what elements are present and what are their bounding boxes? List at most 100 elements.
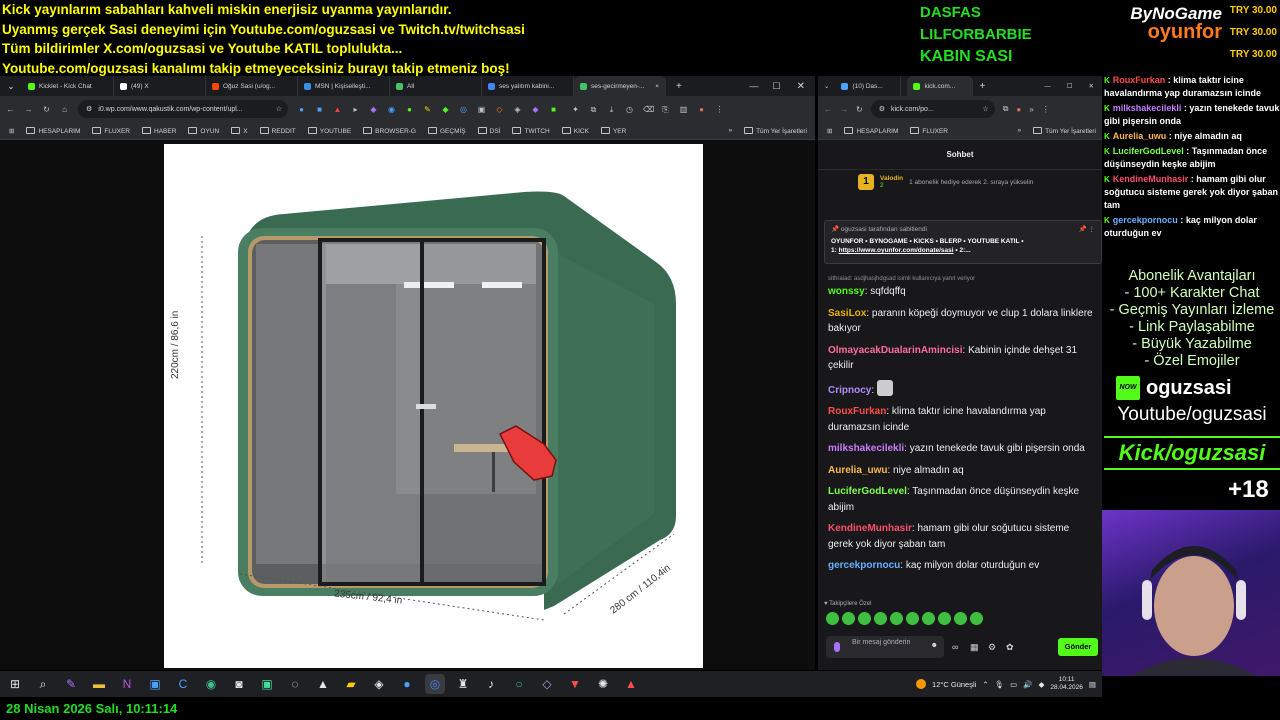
tab-x[interactable]: (49) X bbox=[114, 76, 206, 96]
tab-google-search[interactable]: ses yalıtım kabini... bbox=[482, 76, 574, 96]
minimize-icon[interactable]: — bbox=[750, 81, 759, 91]
app-icon[interactable]: C bbox=[173, 674, 193, 694]
app-icon[interactable]: ◇ bbox=[537, 674, 557, 694]
bookmark-folder[interactable]: YOUTUBE bbox=[307, 126, 351, 135]
points-icon[interactable]: ∞ bbox=[952, 642, 962, 652]
all-bookmarks[interactable]: Tüm Yer İşaretleri bbox=[744, 126, 807, 135]
chat-username[interactable]: gercekpornocu bbox=[828, 560, 900, 571]
close-window-icon[interactable]: ✕ bbox=[797, 81, 805, 92]
tab-search-icon[interactable]: ⌄ bbox=[824, 82, 829, 90]
screenshot-icon[interactable]: ⎘ bbox=[661, 105, 670, 114]
app-icon[interactable]: ▰ bbox=[341, 674, 361, 694]
avatar-icon[interactable]: ● bbox=[1016, 105, 1021, 114]
app-icon[interactable]: ▲ bbox=[313, 674, 333, 694]
emoji-icon[interactable]: ☻ bbox=[931, 642, 938, 650]
app-icon[interactable]: ◈ bbox=[369, 674, 389, 694]
extension-icon[interactable]: ◆ bbox=[369, 105, 378, 114]
extension-icon[interactable]: ✎ bbox=[423, 105, 432, 114]
chat-input[interactable]: Bir mesaj gönderin ☻ bbox=[826, 636, 944, 658]
extension-icon[interactable]: ◆ bbox=[441, 105, 450, 114]
tab-kick[interactable]: kick.com... bbox=[907, 76, 974, 96]
emote-icon[interactable] bbox=[874, 612, 887, 625]
extension-icon[interactable]: ◎ bbox=[459, 105, 468, 114]
app-icon[interactable]: ♪ bbox=[481, 674, 501, 694]
store-icon[interactable]: ▦ bbox=[970, 642, 980, 652]
emote-icon[interactable] bbox=[858, 612, 871, 625]
download-icon[interactable]: ⤓ bbox=[607, 105, 616, 114]
gift-user[interactable]: Valodin bbox=[880, 175, 903, 182]
chat-username[interactable]: Aurelia_uwu bbox=[828, 465, 887, 476]
minimize-icon[interactable]: — bbox=[1044, 83, 1051, 90]
pin-icon[interactable]: ✦ bbox=[571, 105, 580, 114]
extension-icon[interactable]: ■ bbox=[549, 105, 558, 114]
bookmark-folder[interactable]: BROWSER-G bbox=[363, 126, 416, 135]
bookmark-folder[interactable]: GEÇMİŞ bbox=[427, 126, 466, 135]
chat-username[interactable]: LuciferGodLevel bbox=[828, 486, 907, 497]
emote-icon[interactable] bbox=[970, 612, 983, 625]
tab-msn[interactable]: MSN | Kişiselleşti... bbox=[298, 76, 390, 96]
clock[interactable]: 10:11 28.04.2026 bbox=[1050, 676, 1083, 692]
notification-icon[interactable]: ▤ bbox=[1089, 680, 1096, 689]
file-explorer-icon[interactable]: ▬ bbox=[89, 674, 109, 694]
home-icon[interactable]: ⌂ bbox=[60, 105, 69, 114]
bookmark-star-icon[interactable]: ☆ bbox=[982, 105, 988, 113]
app-icon[interactable]: ▣ bbox=[145, 674, 165, 694]
send-button[interactable]: Gönder bbox=[1058, 638, 1098, 656]
bookmark-folder[interactable]: REDDIT bbox=[259, 126, 296, 135]
extension-icon[interactable]: ● bbox=[405, 105, 414, 114]
bookmark-folder[interactable]: HESAPLARIM bbox=[844, 126, 898, 135]
emote-icon[interactable] bbox=[922, 612, 935, 625]
more-bookmarks-icon[interactable]: » bbox=[1017, 127, 1021, 134]
bookmark-folder[interactable]: HESAPLARIM bbox=[26, 126, 80, 135]
forward-icon[interactable]: → bbox=[840, 105, 848, 114]
extension-icon[interactable]: ▸ bbox=[351, 105, 360, 114]
reload-icon[interactable]: ↻ bbox=[42, 105, 51, 114]
vivaldi-icon[interactable]: ▼ bbox=[565, 674, 585, 694]
back-icon[interactable]: ← bbox=[824, 105, 832, 114]
trash-icon[interactable]: ⌫ bbox=[643, 105, 654, 114]
url-input[interactable]: ⚙ i0.wp.com/www.qakustik.com/wp-content/… bbox=[78, 100, 288, 118]
maximize-icon[interactable]: ☐ bbox=[1067, 82, 1073, 90]
all-bookmarks[interactable]: Tüm Yer İşaretleri bbox=[1033, 126, 1096, 135]
chat-username[interactable]: KendineMunhasir bbox=[828, 523, 912, 534]
chat-username[interactable]: milkshakecilekli bbox=[828, 443, 904, 454]
weather-text[interactable]: 12°C Güneşli bbox=[932, 680, 976, 689]
search-icon[interactable]: ⌕ bbox=[33, 674, 53, 694]
bookmark-folder[interactable]: OYUN bbox=[188, 126, 219, 135]
tab-all[interactable]: All bbox=[390, 76, 482, 96]
extension-icon[interactable]: ▣ bbox=[477, 105, 486, 114]
sidebar-icon[interactable]: ▥ bbox=[679, 105, 688, 114]
close-window-icon[interactable]: ✕ bbox=[1089, 82, 1094, 90]
network-icon[interactable]: ▭ bbox=[1010, 680, 1017, 689]
onenote-icon[interactable]: N bbox=[117, 674, 137, 694]
pinned-message[interactable]: 📌 oguzsasi tarafından sabitlendi 📌 ⋮ OYUN… bbox=[824, 220, 1102, 264]
mic-icon[interactable]: 🎙 bbox=[995, 680, 1005, 689]
bookmark-folder[interactable]: YER bbox=[600, 126, 626, 135]
emote-icon[interactable] bbox=[842, 612, 855, 625]
menu-icon[interactable]: ⋮ bbox=[715, 105, 724, 114]
apps-icon[interactable]: ⊞ bbox=[827, 127, 832, 135]
bookmark-folder[interactable]: HABER bbox=[142, 126, 176, 135]
bookmark-folder[interactable]: FLUXER bbox=[910, 126, 948, 135]
bookmark-folder[interactable]: DSİ bbox=[477, 126, 500, 135]
edge-icon[interactable]: ◉ bbox=[201, 674, 221, 694]
bookmark-folder[interactable]: TWITCH bbox=[512, 126, 550, 135]
app-icon[interactable]: ▣ bbox=[257, 674, 277, 694]
url-input[interactable]: ⚙ kick.com/po... ☆ bbox=[870, 100, 995, 118]
chrome-icon[interactable]: ◎ bbox=[425, 674, 445, 694]
app-icon[interactable]: ◌ bbox=[285, 674, 305, 694]
volume-icon[interactable]: 🔊 bbox=[1023, 680, 1032, 689]
chat-username[interactable]: wonssy bbox=[828, 286, 865, 297]
forward-icon[interactable]: → bbox=[24, 105, 33, 114]
pin-toggle-icon[interactable]: 📌 ⋮ bbox=[1079, 225, 1095, 233]
gift-icon[interactable]: ✿ bbox=[1006, 642, 1016, 652]
chatgpt-icon[interactable]: ✺ bbox=[593, 674, 613, 694]
more-icon[interactable]: » bbox=[1029, 105, 1033, 114]
bookmark-star-icon[interactable]: ☆ bbox=[276, 105, 282, 113]
new-tab-icon[interactable]: + bbox=[676, 81, 682, 92]
tab-reddit[interactable]: Oğuz Sasi (u/og... bbox=[206, 76, 298, 96]
avatar-icon[interactable]: ● bbox=[697, 105, 706, 114]
extension-icon[interactable]: ▲ bbox=[333, 105, 342, 114]
app-icon[interactable]: ✎ bbox=[61, 674, 81, 694]
emote-icon[interactable] bbox=[954, 612, 967, 625]
